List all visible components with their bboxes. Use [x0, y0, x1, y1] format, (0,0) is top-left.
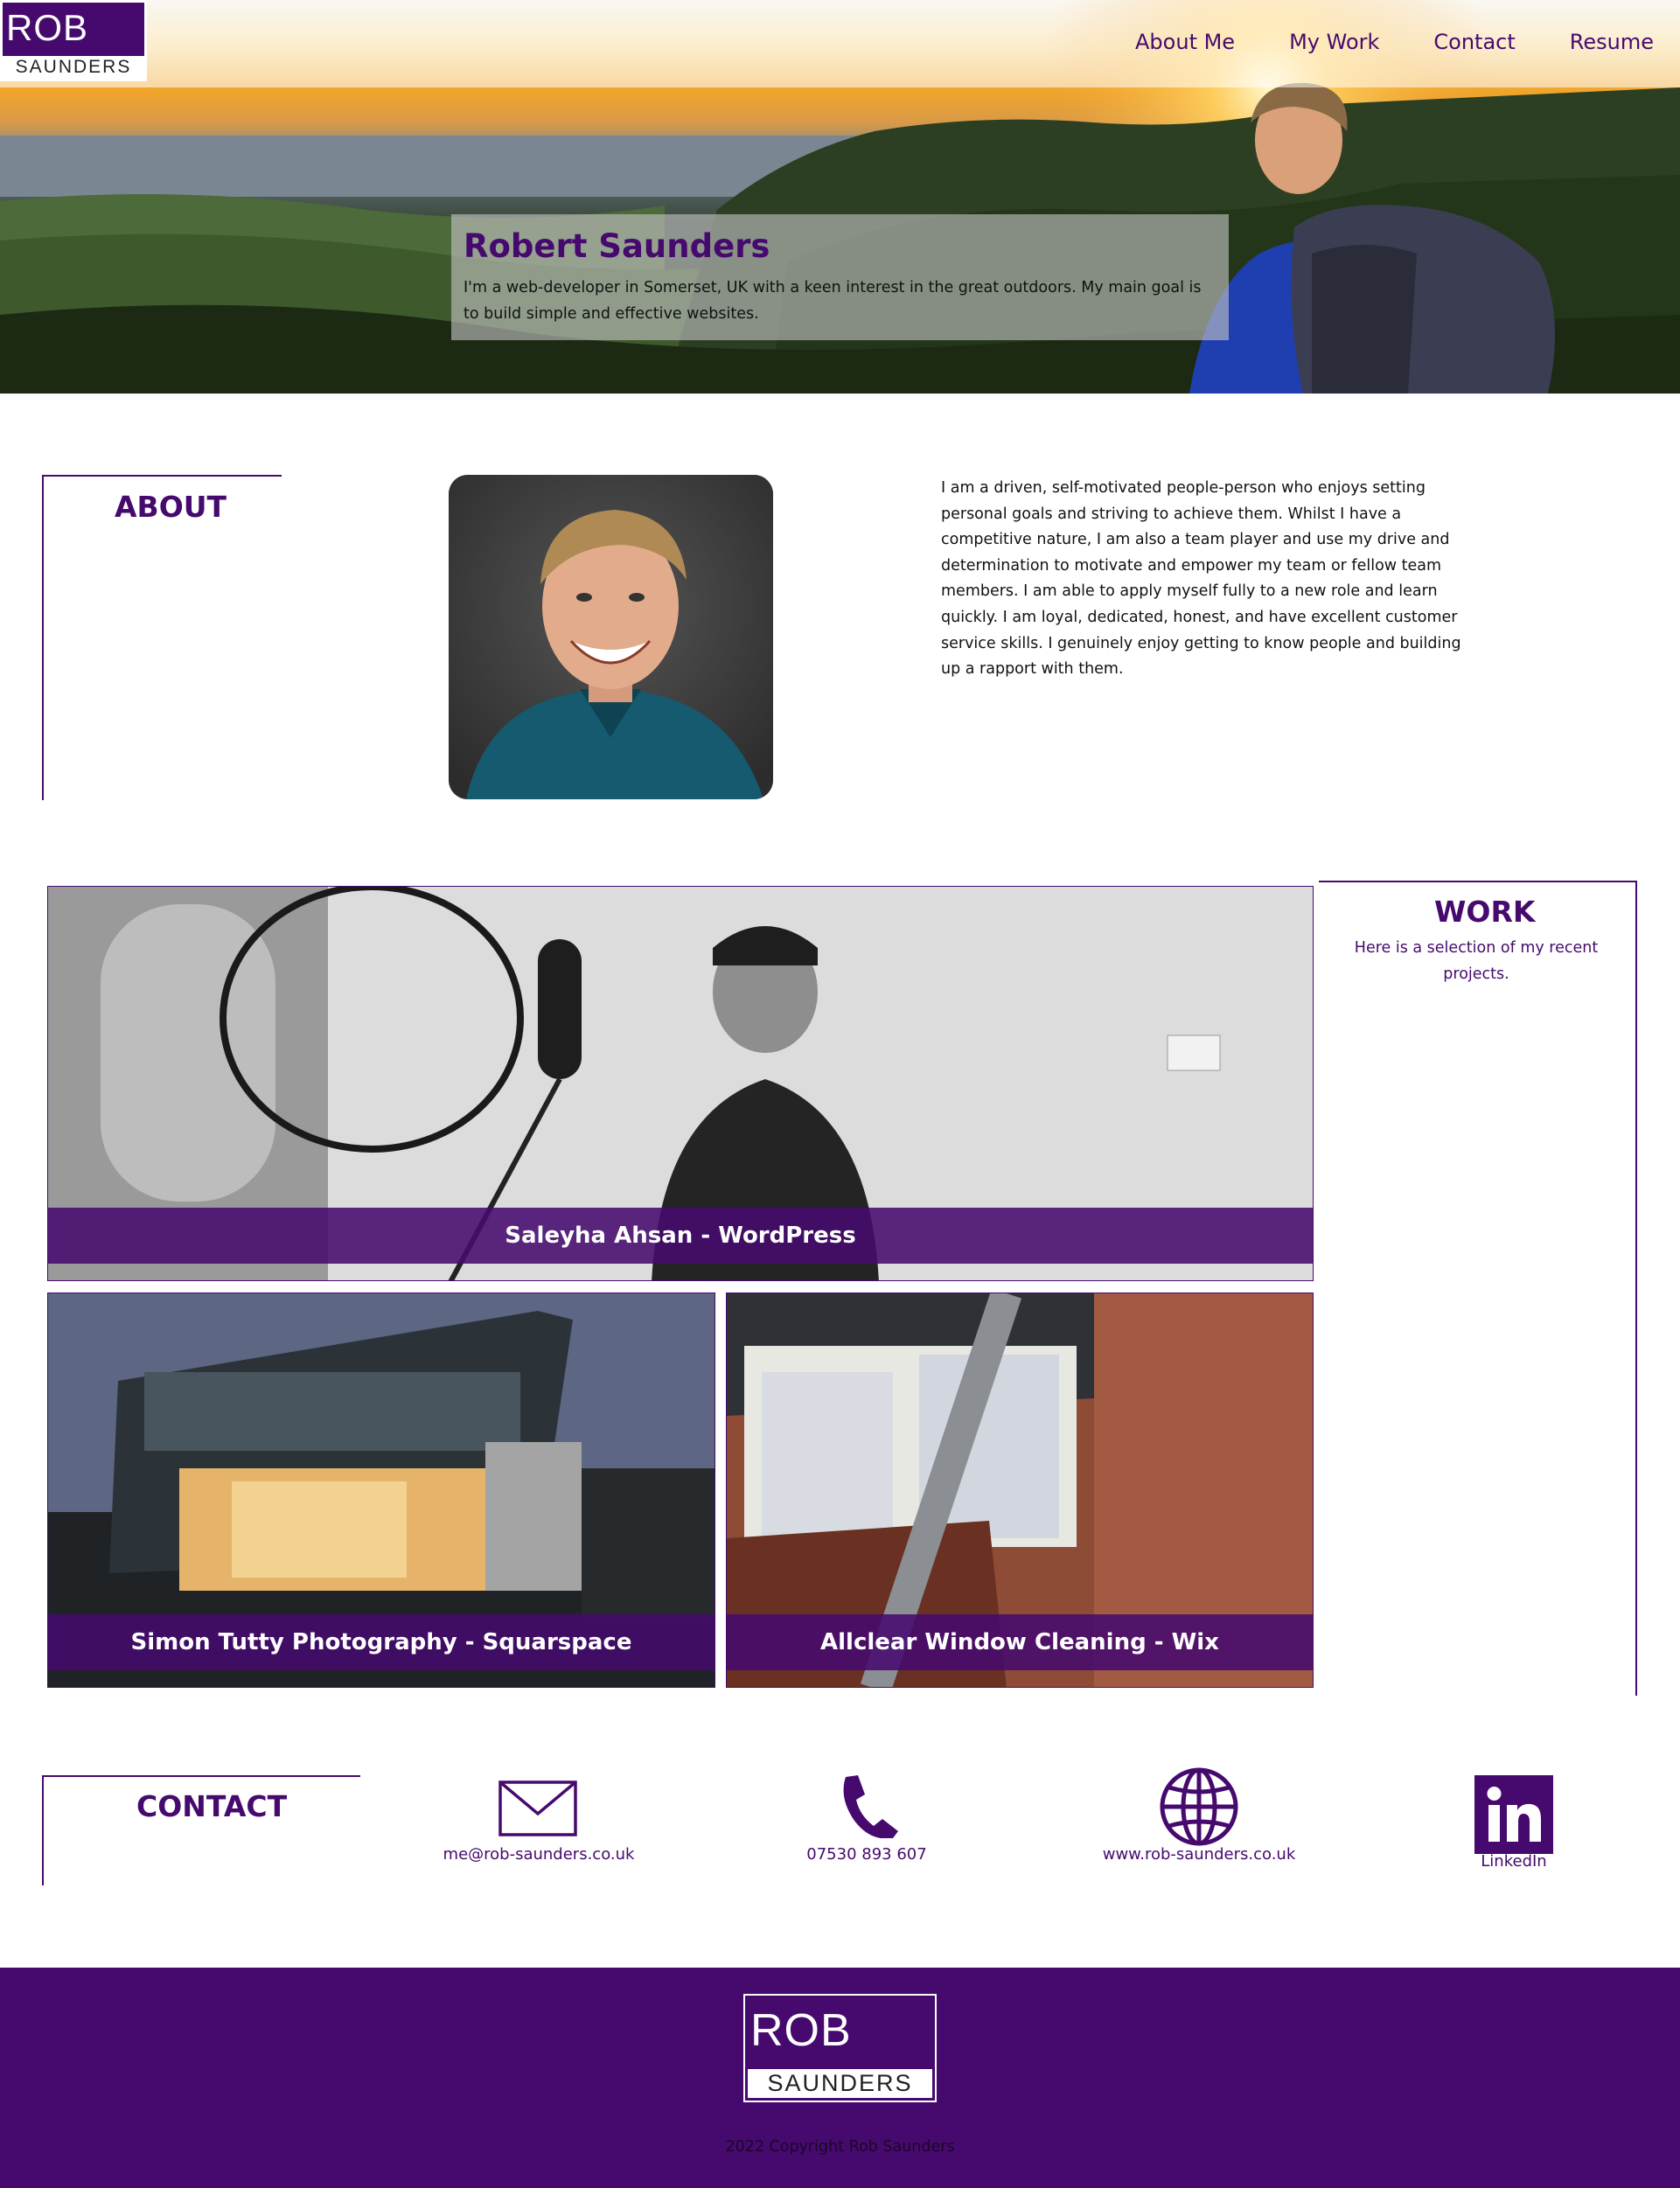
nav-link-contact[interactable]: Contact	[1433, 30, 1515, 54]
footer-logo-text-saunders: SAUNDERS	[748, 2069, 932, 2098]
project-caption-allclear: Allclear Window Cleaning - Wix	[727, 1614, 1313, 1670]
email-link[interactable]: me@rob-saunders.co.uk	[408, 1845, 670, 1864]
work-section-frame	[1319, 881, 1637, 1696]
logo-text-saunders: SAUNDERS	[3, 56, 144, 79]
hero-name-heading: Robert Saunders	[464, 227, 770, 265]
globe-icon[interactable]	[1159, 1766, 1239, 1847]
about-description: I am a driven, self-motivated people-per…	[941, 479, 1461, 679]
project-caption-simon-tutty: Simon Tutty Photography - Squarspace	[48, 1614, 715, 1670]
contact-linkedin: LinkedIn	[1383, 1775, 1645, 1871]
hero-intro-text: I'm a web-developer in Somerset, UK with…	[464, 278, 1202, 323]
footer-logo-text-rob: ROB	[750, 2005, 852, 2056]
project-caption-saleyha: Saleyha Ahsan - WordPress	[48, 1208, 1313, 1264]
hero-banner: ROB SAUNDERS About Me My Work Contact Re…	[0, 0, 1680, 394]
envelope-icon[interactable]	[498, 1775, 579, 1838]
main-nav: About Me My Work Contact Resume	[1135, 30, 1654, 54]
project-card-saleyha-ahsan[interactable]: Saleyha Ahsan - WordPress	[47, 886, 1314, 1281]
project-card-simon-tutty[interactable]: Simon Tutty Photography - Squarspace	[47, 1293, 715, 1688]
work-heading: WORK	[1434, 895, 1536, 929]
contact-heading: CONTACT	[136, 1789, 288, 1823]
nav-link-resume[interactable]: Resume	[1570, 30, 1654, 54]
linkedin-link[interactable]: LinkedIn	[1383, 1852, 1645, 1871]
website-link[interactable]: www.rob-saunders.co.uk	[1068, 1845, 1330, 1864]
top-navbar: ROB SAUNDERS About Me My Work Contact Re…	[0, 0, 1680, 87]
site-footer: ROB SAUNDERS 2022 Copyright Rob Saunders	[0, 1968, 1680, 2188]
phone-icon[interactable]	[826, 1775, 907, 1838]
hero-intro-card: Robert Saunders I'm a web-developer in S…	[451, 214, 1229, 340]
copyright-text: 2022 Copyright Rob Saunders	[725, 2138, 955, 2156]
work-subtitle: Here is a selection of my recent project…	[1354, 939, 1599, 983]
logo-text-rob: ROB	[6, 7, 89, 48]
site-logo[interactable]: ROB SAUNDERS	[0, 0, 147, 81]
contact-phone: 07530 893 607	[735, 1775, 998, 1864]
profile-photo	[449, 475, 773, 799]
nav-link-my-work[interactable]: My Work	[1289, 30, 1379, 54]
linkedin-icon[interactable]	[1474, 1775, 1553, 1854]
about-heading: ABOUT	[115, 490, 227, 524]
phone-link[interactable]: 07530 893 607	[735, 1845, 998, 1864]
contact-website: www.rob-saunders.co.uk	[1068, 1767, 1330, 1864]
contact-email: me@rob-saunders.co.uk	[408, 1775, 670, 1864]
project-card-allclear[interactable]: Allclear Window Cleaning - Wix	[726, 1293, 1314, 1688]
nav-link-about-me[interactable]: About Me	[1135, 30, 1235, 54]
footer-logo[interactable]: ROB SAUNDERS	[743, 1994, 937, 2102]
